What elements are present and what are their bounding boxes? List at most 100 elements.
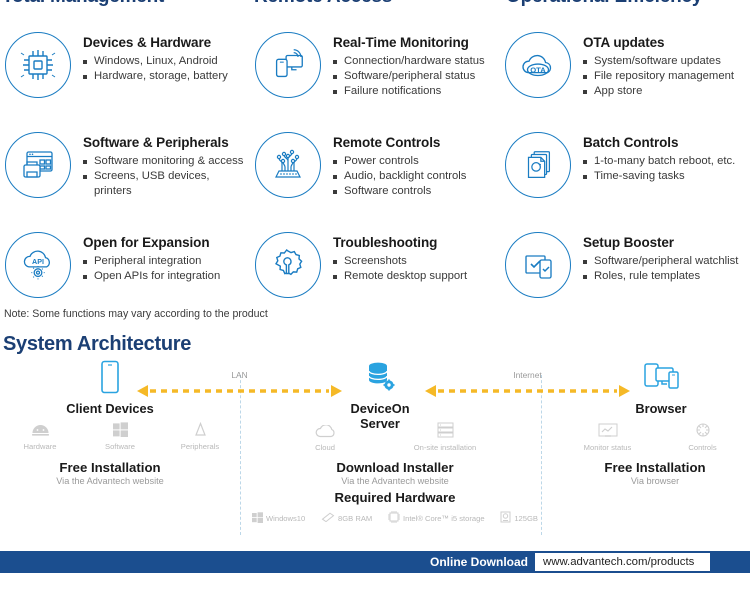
sub-icon-controls: Controls	[655, 422, 750, 452]
feature-bullet: Roles, rule templates	[583, 269, 738, 284]
feature-card: Batch Controls 1-to-many batch reboot, e…	[500, 128, 750, 228]
feature-bullet: Screenshots	[333, 254, 467, 269]
sub-icon-peripherals: Peripherals	[160, 421, 240, 451]
multi-device-icon	[641, 363, 681, 398]
svg-text:OTA: OTA	[530, 66, 546, 75]
windows-icon	[252, 511, 263, 525]
install-subtitle: Via browser	[630, 476, 680, 486]
feature-bullet: Software/peripheral status	[333, 69, 485, 84]
feature-bullet: Remote desktop support	[333, 269, 467, 284]
column-heading-operational-efficiency: Operational Efficiency	[504, 0, 750, 8]
feature-grid: Devices & Hardware Windows, Linux, Andro…	[0, 28, 750, 328]
feature-card: OTA OTA updates System/software updates …	[500, 28, 750, 128]
ota-cloud-icon: OTA	[505, 32, 571, 98]
product-note: Note: Some functions may vary according …	[4, 308, 268, 320]
required-hardware-item: Intel® Core™ i5 storage	[387, 511, 485, 525]
setup-checklist-icon	[505, 232, 571, 298]
footer-bar: Online Download www.advantech.com/produc…	[0, 551, 750, 573]
api-cloud-gear-icon: API	[5, 232, 71, 298]
required-hardware-label: 8GB RAM	[338, 513, 373, 523]
feature-bullets: Software/peripheral watchlist Roles, rul…	[583, 254, 738, 284]
cloud-icon	[270, 424, 380, 440]
feature-bullet: Failure notifications	[333, 84, 485, 99]
sub-icon-label: Monitor status	[583, 443, 632, 452]
download-url[interactable]: www.advantech.com/products	[535, 553, 710, 571]
feature-bullet: Hardware, storage, battery	[83, 69, 228, 84]
monitor-status-icon	[560, 423, 655, 440]
feature-bullets: Connection/hardware status Software/peri…	[333, 54, 485, 99]
browser-sub-icons: Monitor status Controls	[560, 422, 750, 452]
sub-icon-label: Cloud	[315, 443, 335, 452]
feature-title: Real-Time Monitoring	[333, 35, 469, 50]
feature-bullet: Connection/hardware status	[333, 54, 485, 69]
link-lan: LAN	[137, 370, 342, 398]
feature-title: Software & Peripherals	[83, 135, 229, 150]
link-label: Internet	[513, 370, 542, 380]
gear-wrench-icon	[255, 232, 321, 298]
feature-title: Remote Controls	[333, 135, 441, 150]
sub-icon-label: On-site installation	[413, 443, 477, 452]
node-client-devices: Client Devices	[60, 360, 160, 416]
feature-bullets: Power controls Audio, backlight controls…	[333, 154, 466, 199]
feature-card: Software & Peripherals Software monitori…	[0, 128, 250, 228]
database-gear-icon	[363, 362, 397, 398]
feature-card: Setup Booster Software/peripheral watchl…	[500, 228, 750, 328]
divider-left	[240, 375, 241, 535]
feature-title: OTA updates	[583, 35, 665, 50]
server-install: Download Installer Via the Advantech web…	[250, 460, 540, 486]
realtime-monitor-icon	[255, 32, 321, 98]
server-sub-icons: Cloud On-site installation	[250, 422, 530, 452]
required-hardware-label: Windows10	[266, 513, 306, 523]
feature-bullet: App store	[583, 84, 734, 99]
client-install: Free Installation Via the Advantech webs…	[0, 460, 220, 486]
column-headings: Total Management Remote Access Operation…	[0, 0, 750, 8]
required-hardware-item: 8GB RAM	[321, 512, 372, 524]
system-architecture-title: System Architecture	[3, 333, 192, 355]
svg-text:API: API	[32, 258, 44, 266]
server-rack-icon	[380, 422, 510, 440]
sub-icon-software: Software	[80, 422, 160, 451]
feature-bullets: Peripheral integration Open APIs for int…	[83, 254, 220, 284]
required-hardware-item: 125GB	[500, 511, 538, 525]
feature-bullet: Time-saving tasks	[583, 169, 735, 184]
chip-icon	[5, 32, 71, 98]
sub-icon-monitor-status: Monitor status	[560, 423, 655, 452]
sub-icon-label: Peripherals	[180, 442, 220, 451]
feature-card: Remote Controls Power controls Audio, ba…	[250, 128, 500, 228]
online-download-label: Online Download	[430, 555, 528, 569]
feature-bullet: Peripheral integration	[83, 254, 220, 269]
hdd-icon	[500, 511, 511, 525]
feature-title: Batch Controls	[583, 135, 679, 150]
required-hardware-item: Windows10	[252, 511, 306, 525]
batch-stack-icon	[505, 132, 571, 198]
feature-bullets: Software monitoring & access Screens, US…	[83, 154, 250, 199]
required-hardware-list: Windows10 8GB RAM Intel® Core™ i5 storag…	[250, 511, 540, 525]
sub-icon-cloud: Cloud	[270, 424, 380, 452]
sub-icon-onsite: On-site installation	[380, 422, 510, 452]
feature-bullet: Software monitoring & access	[83, 154, 250, 169]
feature-card: Real-Time Monitoring Connection/hardware…	[250, 28, 500, 128]
client-sub-icons: Hardware Software Peripherals	[0, 421, 240, 451]
link-label: LAN	[231, 370, 248, 380]
tablet-device-icon	[99, 360, 121, 398]
node-deviceon-server: DeviceOn Server	[330, 360, 430, 431]
feature-bullet: Windows, Linux, Android	[83, 54, 228, 69]
feature-bullet: Software/peripheral watchlist	[583, 254, 738, 269]
feature-title: Devices & Hardware	[83, 35, 212, 50]
sub-icon-label: Software	[105, 442, 135, 451]
controls-gear-icon	[655, 422, 750, 440]
android-icon	[0, 424, 80, 439]
feature-bullet: Power controls	[333, 154, 466, 169]
feature-bullet: Audio, backlight controls	[333, 169, 466, 184]
install-subtitle: Via the Advantech website	[341, 476, 449, 486]
windows-icon	[80, 422, 160, 439]
node-label: Client Devices	[66, 401, 154, 416]
install-title: Download Installer	[336, 460, 454, 475]
install-subtitle: Via the Advantech website	[56, 476, 164, 486]
feature-bullets: Windows, Linux, Android Hardware, storag…	[83, 54, 228, 84]
link-internet: Internet	[425, 370, 630, 398]
required-hardware-label: Intel® Core™ i5 storage	[402, 513, 485, 523]
feature-bullets: 1-to-many batch reboot, etc. Time-saving…	[583, 154, 735, 184]
sub-icon-label: Controls	[688, 443, 717, 452]
sub-icon-label: Hardware	[23, 442, 57, 451]
